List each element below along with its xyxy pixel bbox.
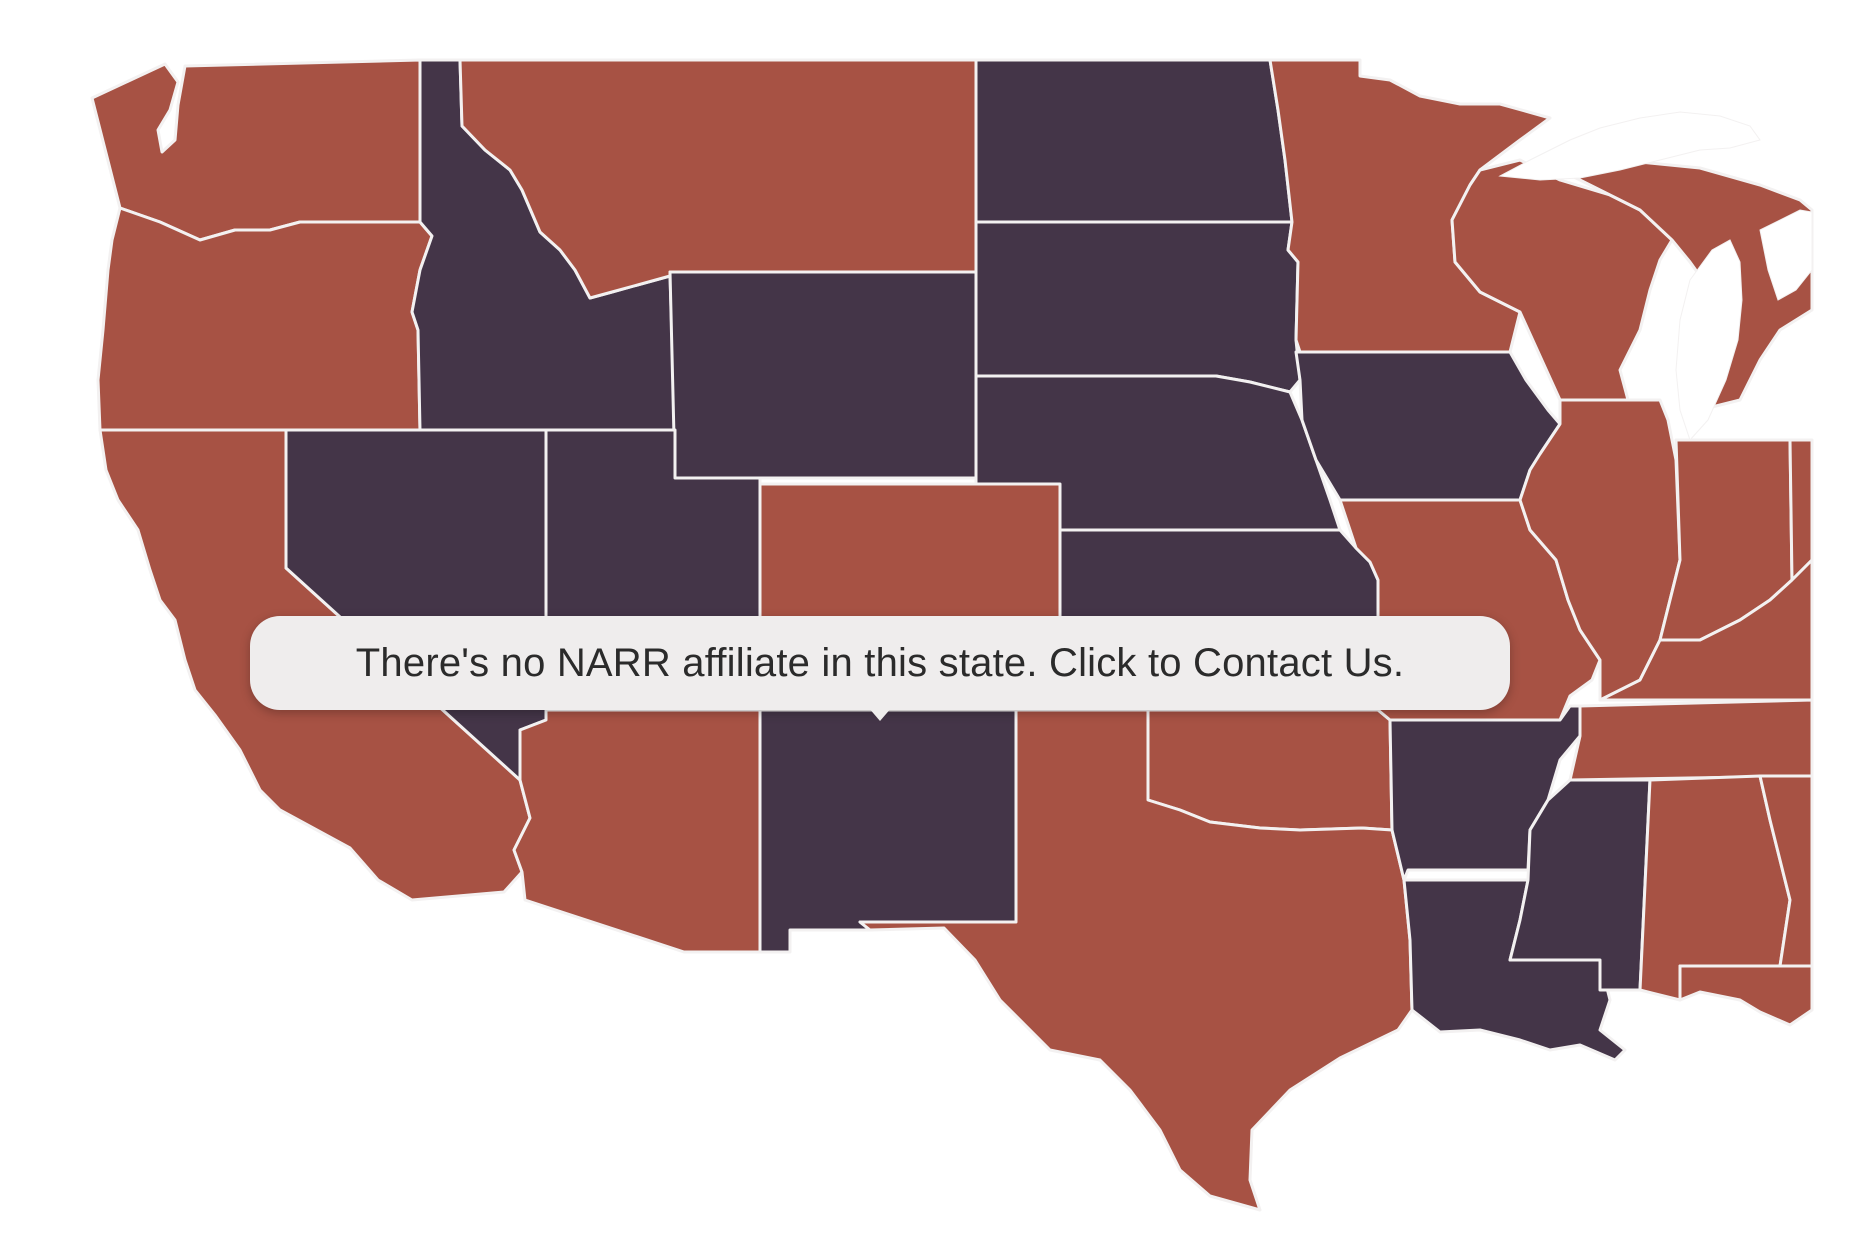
state-oh[interactable] <box>1788 438 1814 582</box>
us-affiliate-map: There's no NARR affiliate in this state.… <box>0 0 1876 1256</box>
state-fl[interactable] <box>1678 964 1814 1027</box>
state-sd[interactable] <box>974 220 1302 394</box>
state-az[interactable] <box>512 708 762 954</box>
state-wy[interactable] <box>668 270 978 480</box>
state-ia[interactable] <box>1294 350 1562 502</box>
lake-michigan <box>1675 239 1743 441</box>
affiliate-tooltip[interactable]: There's no NARR affiliate in this state.… <box>250 616 1510 710</box>
state-tn[interactable] <box>1568 698 1814 782</box>
state-nd[interactable] <box>974 58 1294 224</box>
tooltip-text: There's no NARR affiliate in this state.… <box>355 640 1405 685</box>
state-or[interactable] <box>96 206 434 432</box>
state-wa[interactable] <box>90 58 422 242</box>
state-nm[interactable] <box>758 708 1018 954</box>
tooltip-pointer <box>868 707 892 721</box>
